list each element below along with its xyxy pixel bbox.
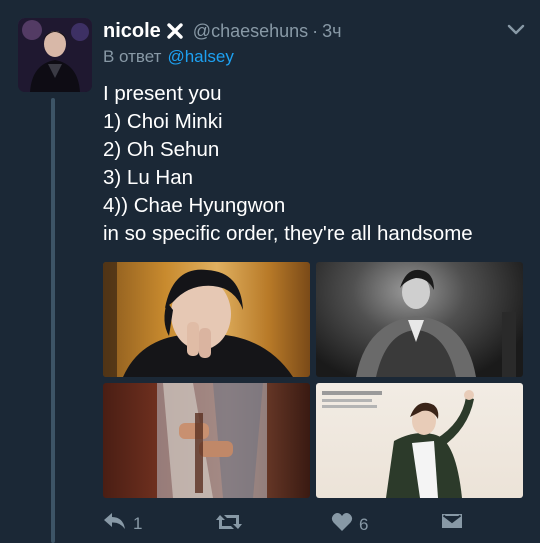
tweet-text-line: I present you (103, 82, 222, 105)
separator-dot: · (312, 20, 319, 41)
tweet-text-line: 2) Oh Sehun (103, 138, 220, 161)
reply-count: 1 (133, 513, 143, 533)
like-count: 6 (359, 514, 369, 534)
media-photo-3[interactable] (103, 383, 310, 498)
tweet-text-line: 3) Lu Han (103, 166, 194, 189)
reply-mention-link[interactable]: @halsey (167, 47, 233, 66)
retweet-button[interactable] (215, 512, 249, 537)
tweet-text-line: in so specific order, they're all handso… (103, 222, 473, 245)
display-name[interactable]: nicole (103, 20, 161, 43)
timestamp[interactable]: 3ч (322, 21, 341, 42)
envelope-icon (441, 512, 463, 535)
tweet-text-line: 4)) Chae Hyungwon (103, 194, 286, 217)
tweet-text: I present you 1) Choi Minki 2) Oh Sehun … (103, 80, 533, 248)
avatar[interactable] (18, 18, 92, 92)
media-photo-4[interactable] (316, 383, 523, 498)
reply-button[interactable]: 1 (103, 512, 142, 535)
media-photo-1[interactable] (103, 262, 310, 377)
retweet-icon (215, 512, 243, 537)
direct-message-button[interactable] (441, 512, 463, 535)
thread-line (51, 98, 55, 543)
tweet-header: nicole @chaesehuns · 3ч (103, 17, 342, 45)
media-photo-2[interactable] (316, 262, 523, 377)
reply-prefix: В ответ (103, 47, 162, 66)
heart-icon (331, 512, 353, 537)
chevron-down-icon[interactable] (507, 23, 525, 35)
media-grid (103, 262, 523, 498)
x-icon (167, 23, 183, 39)
reply-icon (103, 512, 127, 535)
tweet-text-line: 1) Choi Minki (103, 110, 223, 133)
tweet-actions: 1 6 (103, 512, 523, 538)
user-handle[interactable]: @chaesehuns (193, 21, 308, 42)
like-button[interactable]: 6 (331, 512, 368, 537)
reply-context: В ответ @halsey (103, 47, 234, 67)
